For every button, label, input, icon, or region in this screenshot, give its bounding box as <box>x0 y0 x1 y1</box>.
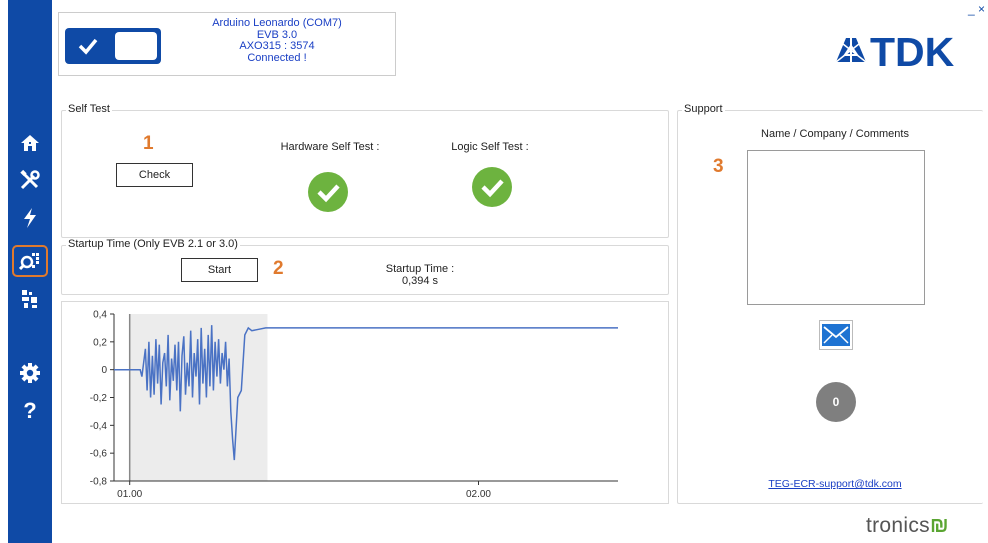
y-tick-label: -0,6 <box>90 449 108 460</box>
startup-chart-panel: 0,4 0,2 0 -0,2 -0,4 -0,6 -0,8 01.00 02.00 <box>61 301 669 504</box>
x-tick-label: 02.00 <box>466 489 491 500</box>
axo-serial: AXO315 : 3574 <box>239 40 315 52</box>
tronics-logo-mark: ₪ <box>929 514 949 537</box>
tdk-logo-text: TDK <box>870 30 955 70</box>
mail-icon <box>822 324 850 346</box>
self-test-title: Self Test <box>66 103 112 115</box>
comments-textarea[interactable] <box>747 150 925 305</box>
qr-module-icon[interactable] <box>14 284 46 314</box>
x-tick-label: 01.00 <box>117 489 142 500</box>
connection-info: Arduino Leonardo (COM7) EVB 3.0 AXO315 :… <box>177 17 377 64</box>
connection-status: Connected ! <box>247 51 307 64</box>
checkmark-icon <box>78 38 98 55</box>
support-title: Support <box>682 103 725 115</box>
connection-panel: Arduino Leonardo (COM7) EVB 3.0 AXO315 :… <box>58 12 396 76</box>
check-button[interactable]: Check <box>116 163 193 187</box>
y-tick-label: 0,4 <box>93 310 107 321</box>
tools-icon[interactable] <box>14 165 46 195</box>
annotation-2: 2 <box>273 258 284 279</box>
minimize-button[interactable]: _ <box>968 2 975 16</box>
help-icon[interactable]: ? <box>14 396 46 426</box>
home-icon[interactable] <box>14 128 46 158</box>
startup-time-group: Startup Time (Only EVB 2.1 or 3.0) <box>61 238 669 295</box>
toggle-knob <box>115 32 157 60</box>
annotation-3: 3 <box>713 156 724 177</box>
logic-ok-icon <box>472 167 512 207</box>
y-tick-label: 0,2 <box>93 337 107 348</box>
comment-count-badge: 0 <box>816 382 856 422</box>
y-tick-label: -0,8 <box>90 477 108 488</box>
settings-icon[interactable] <box>14 358 46 388</box>
lightning-icon[interactable] <box>14 203 46 233</box>
tronics-logo: tronics₪ <box>866 514 949 538</box>
startup-time-label: Startup Time : <box>385 263 455 275</box>
startup-time-value: 0,394 s <box>401 275 439 287</box>
device-name: Arduino Leonardo (COM7) <box>212 17 342 29</box>
tronics-logo-text: tronics <box>866 514 930 537</box>
search-analysis-icon[interactable] <box>12 245 48 277</box>
y-tick-label: -0,4 <box>90 421 108 432</box>
hardware-ok-icon <box>308 172 348 212</box>
hardware-self-test-label: Hardware Self Test : <box>280 141 380 153</box>
send-email-button[interactable] <box>819 320 853 350</box>
sidebar: ? <box>8 0 52 543</box>
logic-self-test-label: Logic Self Test : <box>451 141 529 153</box>
y-tick-label: -0,2 <box>90 393 108 404</box>
y-tick-label: 0 <box>101 365 107 376</box>
support-email-link[interactable]: TEG-ECR-support@tdk.com <box>740 478 930 490</box>
annotation-1: 1 <box>143 133 154 154</box>
startup-chart: 0,4 0,2 0 -0,2 -0,4 -0,6 -0,8 01.00 02.00 <box>90 310 618 500</box>
tdk-logo: TDK <box>835 30 955 70</box>
window-controls: _ × <box>968 2 985 16</box>
support-field-label: Name / Company / Comments <box>761 128 909 140</box>
start-button[interactable]: Start <box>181 258 258 282</box>
connection-toggle[interactable] <box>65 28 161 64</box>
startup-time-title: Startup Time (Only EVB 2.1 or 3.0) <box>66 238 240 250</box>
close-button[interactable]: × <box>978 2 985 16</box>
